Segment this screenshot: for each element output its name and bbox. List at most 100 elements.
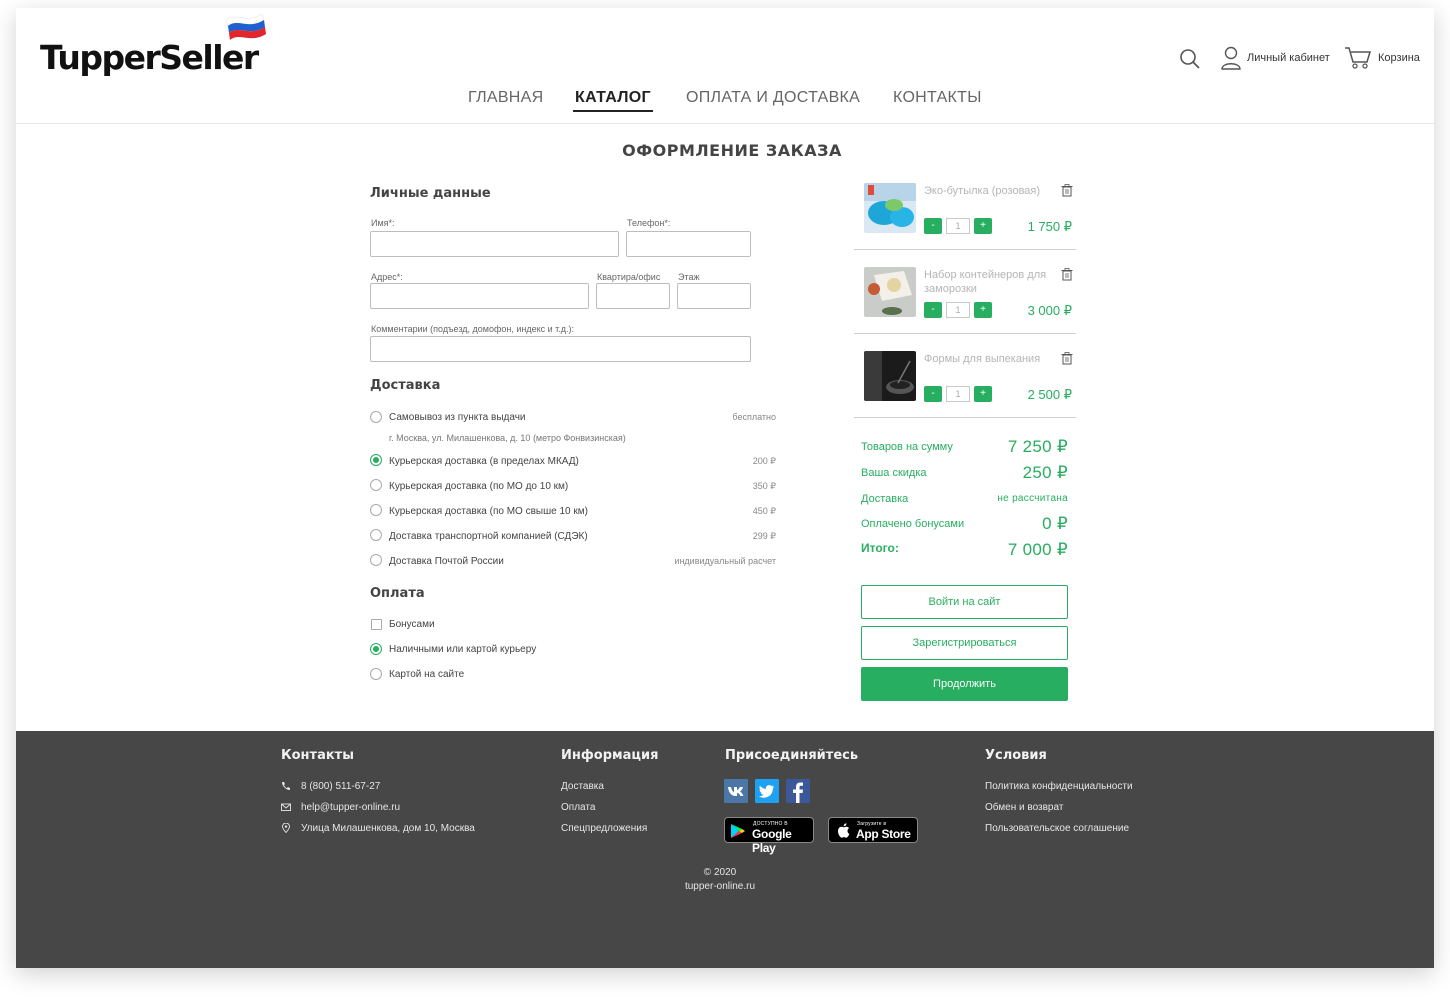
logo[interactable]: TupperSeller (40, 38, 259, 77)
copyright: © 2020 (703, 867, 737, 878)
phone-icon (282, 782, 290, 790)
payment-checkbox-bonuses[interactable] (371, 619, 382, 630)
qty-value[interactable]: 1 (946, 302, 970, 318)
google-play-icon (731, 824, 745, 838)
continue-button[interactable]: Продолжить (861, 667, 1068, 701)
login-button[interactable]: Войти на сайт (861, 585, 1068, 619)
page-title: ОФОРМЛЕНИЕ ЗАКАЗА (622, 141, 842, 160)
payment-radio-card-online[interactable] (370, 668, 382, 680)
delivery-option-label[interactable]: Доставка транспортной компанией (СДЭК) (389, 531, 588, 542)
cart-divider (854, 333, 1076, 334)
search-icon[interactable] (1179, 48, 1201, 70)
qty-decrease-button[interactable]: - (924, 218, 942, 234)
floor-label: Этаж (678, 272, 700, 282)
trash-icon[interactable] (1061, 184, 1073, 197)
cart-item-name[interactable]: Набор контейнеров для заморозки (924, 268, 1054, 296)
qty-increase-button[interactable]: + (974, 386, 992, 402)
cart-divider (854, 417, 1076, 418)
google-play-button[interactable]: ДОСТУПНО В Google Play (724, 817, 814, 855)
product-image-baking[interactable] (864, 351, 916, 401)
floor-input[interactable] (677, 283, 751, 309)
trash-icon[interactable] (1061, 352, 1073, 365)
delivery-option-label[interactable]: Курьерская доставка (по МО до 10 км) (389, 481, 568, 492)
delivery-radio-russian-post[interactable] (370, 554, 382, 566)
cart-item-name[interactable]: Формы для выпекания (924, 352, 1054, 366)
cart-icon[interactable] (1344, 46, 1372, 70)
footer-terms-link[interactable]: Обмен и возврат (985, 802, 1063, 813)
name-label: Имя*: (371, 218, 395, 228)
product-image-bottle[interactable] (864, 183, 916, 233)
address-label: Адрес*: (371, 272, 403, 282)
discount-label: Ваша скидка (861, 467, 927, 479)
qty-value[interactable]: 1 (946, 218, 970, 234)
product-image-containers[interactable] (864, 267, 916, 317)
delivery-summary-label: Доставка (861, 493, 909, 505)
total-value: 7 000 ₽ (1007, 540, 1068, 559)
delivery-radio-courier-mo10[interactable] (370, 479, 382, 491)
qty-increase-button[interactable]: + (974, 218, 992, 234)
delivery-option-label[interactable]: Доставка Почтой России (389, 556, 504, 567)
qty-value[interactable]: 1 (946, 386, 970, 402)
apartment-label: Квартира/офис (597, 272, 661, 282)
cart-item-name[interactable]: Эко-бутылка (розовая) (924, 184, 1054, 198)
delivery-radio-cdek[interactable] (370, 529, 382, 541)
footer-email[interactable]: help@tupper-online.ru (301, 802, 400, 813)
payment-option-label[interactable]: Картой на сайте (389, 669, 464, 680)
name-input[interactable] (370, 231, 619, 257)
cart-link[interactable]: Корзина (1378, 52, 1420, 64)
phone-input[interactable] (626, 231, 751, 257)
subtotal-label: Товаров на сумму (861, 441, 953, 453)
apartment-input[interactable] (596, 283, 670, 309)
footer-join-title: Присоединяйтесь (725, 748, 859, 763)
delivery-radio-pickup[interactable] (370, 411, 382, 423)
bonus-label: Оплачено бонусами (861, 518, 965, 530)
footer-info-link[interactable]: Спецпредложения (561, 823, 647, 834)
vk-icon[interactable] (724, 779, 748, 803)
delivery-option-label[interactable]: Курьерская доставка (по МО свыше 10 км) (389, 506, 588, 517)
footer-site[interactable]: tupper-online.ru (620, 881, 820, 892)
footer-info-link[interactable]: Доставка (561, 781, 604, 792)
footer (16, 731, 1434, 968)
qty-decrease-button[interactable]: - (924, 302, 942, 318)
delivery-summary-value: не рассчитана (997, 493, 1068, 504)
cart-item-price: 3 000 ₽ (1027, 303, 1072, 318)
user-icon[interactable] (1220, 46, 1242, 70)
qty-decrease-button[interactable]: - (924, 386, 942, 402)
delivery-radio-courier-mo-over10[interactable] (370, 504, 382, 516)
delivery-option-label[interactable]: Курьерская доставка (в пределах МКАД) (389, 456, 579, 467)
google-play-text: Google Play (752, 827, 792, 855)
cart-item-price: 2 500 ₽ (1027, 387, 1072, 402)
footer-info-title: Информация (561, 748, 659, 763)
delivery-option-price: 350 ₽ (752, 481, 776, 491)
apple-icon (837, 823, 850, 838)
footer-info-link[interactable]: Оплата (561, 802, 595, 813)
trash-icon[interactable] (1061, 268, 1073, 281)
footer-terms-link[interactable]: Политика конфиденциальности (985, 781, 1133, 792)
nav-payment-delivery[interactable]: ОПЛАТА И ДОСТАВКА (686, 89, 860, 107)
payment-option-label[interactable]: Наличными или картой курьеру (389, 644, 536, 655)
nav-catalog[interactable]: КАТАЛОГ (575, 89, 651, 107)
payment-radio-cash-courier[interactable] (370, 643, 382, 655)
address-input[interactable] (370, 283, 589, 309)
payment-option-label[interactable]: Бонусами (389, 619, 435, 630)
register-button[interactable]: Зарегистрироваться (861, 626, 1068, 660)
qty-increase-button[interactable]: + (974, 302, 992, 318)
delivery-option-label[interactable]: Самовывоз из пункта выдачи (389, 412, 526, 423)
app-store-text: App Store (856, 827, 911, 841)
comment-label: Комментарии (подъезд, домофон, индекс и … (371, 324, 575, 334)
total-label: Итого: (861, 541, 899, 555)
facebook-icon[interactable] (786, 779, 810, 803)
delivery-radio-courier-mkad[interactable] (370, 454, 382, 466)
nav-home[interactable]: ГЛАВНАЯ (468, 89, 544, 107)
footer-phone[interactable]: 8 (800) 511-67-27 (301, 781, 380, 792)
bonus-value: 0 ₽ (1042, 514, 1068, 533)
account-link[interactable]: Личный кабинет (1247, 52, 1330, 64)
app-store-button[interactable]: Загрузите в App Store (828, 817, 918, 843)
subtotal-value: 7 250 ₽ (1007, 437, 1068, 456)
footer-terms-link[interactable]: Пользовательское соглашение (985, 823, 1129, 834)
nav-contacts[interactable]: КОНТАКТЫ (893, 89, 982, 107)
twitter-icon[interactable] (755, 779, 779, 803)
pickup-address: г. Москва, ул. Милашенкова, д. 10 (метро… (389, 433, 626, 443)
location-pin-icon (282, 823, 290, 833)
comment-input[interactable] (370, 336, 751, 362)
